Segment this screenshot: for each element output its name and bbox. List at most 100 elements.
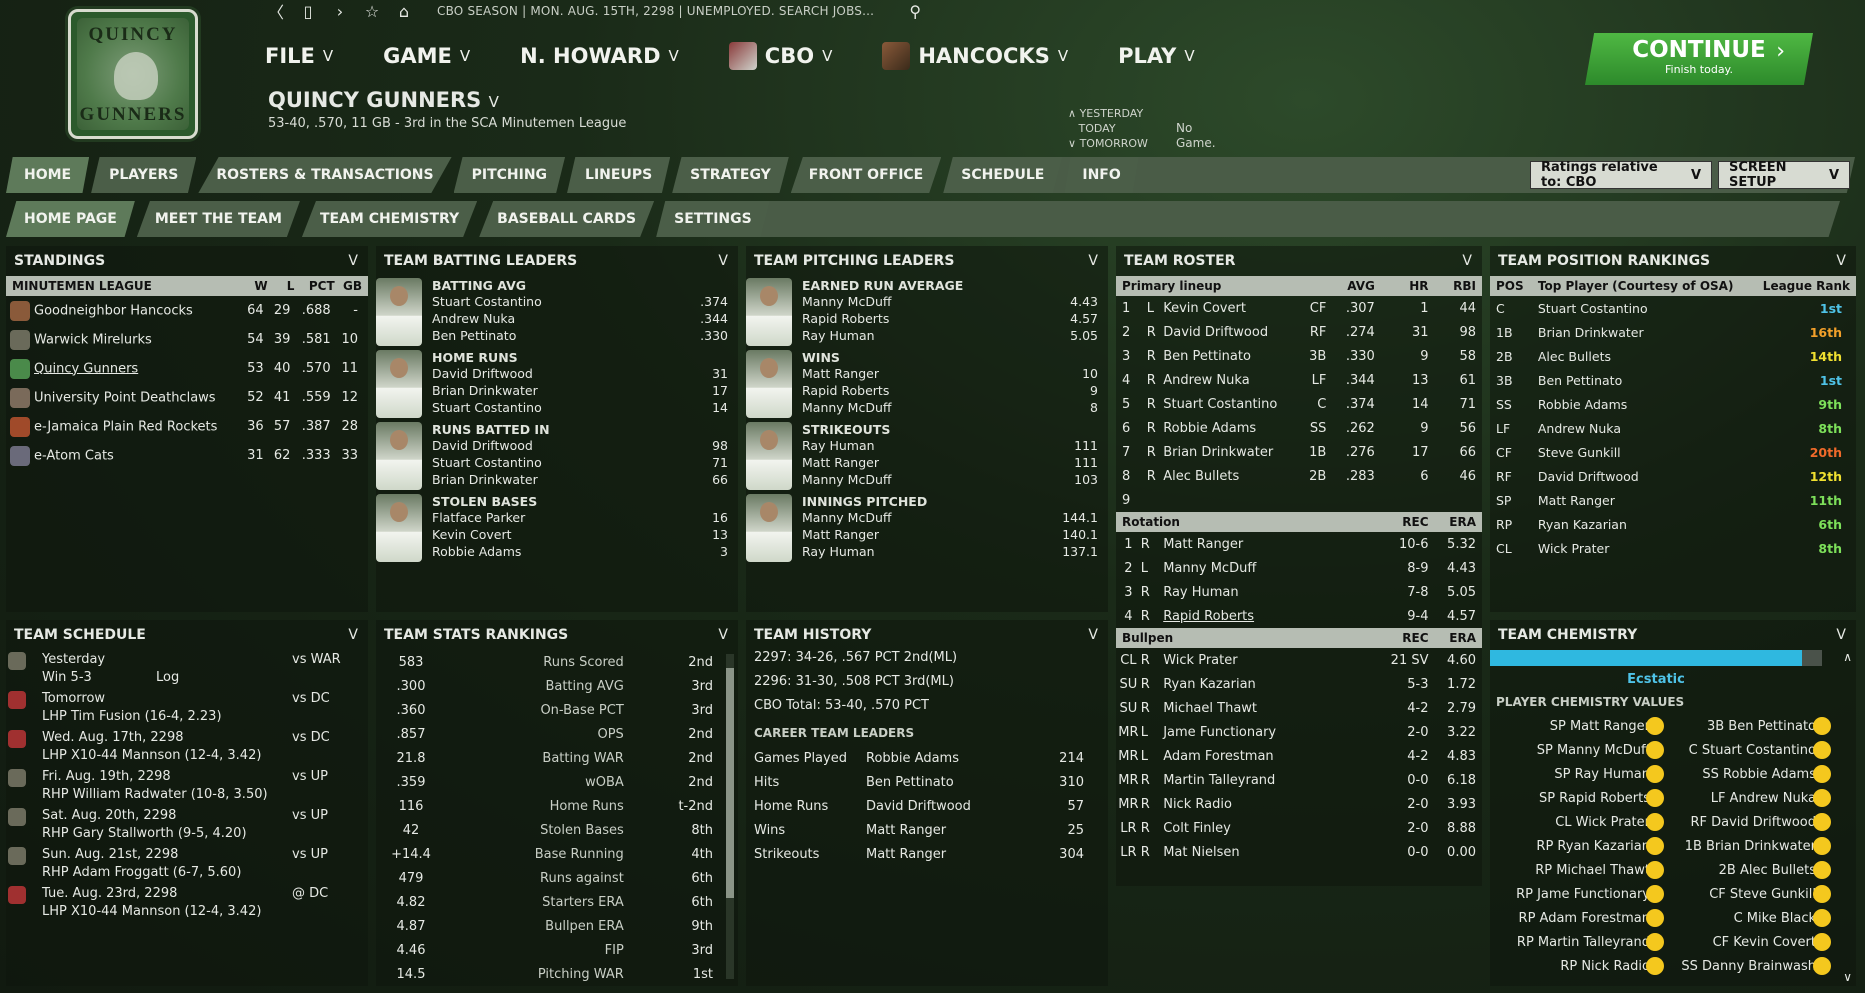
leader-row[interactable]: Brian Drinkwater 66 [432, 472, 738, 487]
leader-player[interactable]: Brian Drinkwater [432, 383, 538, 398]
player-portrait[interactable] [746, 278, 792, 346]
leader-player[interactable]: Ray Human [802, 438, 875, 453]
position-row[interactable]: RF David Driftwood 12th [1490, 464, 1856, 488]
leader-row[interactable]: Matt Ranger 111 [802, 455, 1108, 470]
position-row[interactable]: CL Wick Prater 8th [1490, 536, 1856, 560]
leader-row[interactable]: Rapid Roberts 4.57 [802, 311, 1108, 326]
rotation-cell[interactable]: Ray Human [1159, 580, 1381, 604]
tab-strategy[interactable]: STRATEGY [672, 157, 789, 193]
career-player[interactable]: Matt Ranger [866, 842, 1042, 866]
player-portrait[interactable] [376, 350, 422, 418]
lineup-row[interactable]: 9 [1116, 488, 1482, 512]
bullpen-row[interactable]: MR L Adam Forestman 4-2 4.83 [1116, 744, 1482, 768]
tab-rosters[interactable]: ROSTERS & TRANSACTIONS [198, 157, 452, 193]
tab-front-office[interactable]: FRONT OFFICE [790, 157, 942, 193]
chemistry-player[interactable]: 3B Ben Pettinato [1707, 719, 1816, 734]
stats-scrollbar[interactable] [726, 654, 734, 979]
chemistry-player[interactable]: RP Ryan Kazarian [1536, 839, 1650, 854]
player-portrait[interactable] [376, 422, 422, 490]
menu-play[interactable]: PLAY V [1118, 42, 1195, 70]
standings-team-name[interactable]: e-Jamaica Plain Red Rockets [34, 419, 217, 434]
leader-player[interactable]: Ray Human [802, 544, 875, 559]
chemistry-player[interactable]: RP Jame Functionary [1516, 887, 1650, 902]
rotation-row[interactable]: 3 R Ray Human 7-8 5.05 [1116, 580, 1482, 604]
leader-row[interactable]: Rapid Roberts 9 [802, 383, 1108, 398]
stats-row[interactable]: 14.5 Pitching WAR 1st [376, 962, 721, 986]
schedule-row[interactable]: Sat. Aug. 20th, 2298 vs UP RHP Gary Stallw… [6, 806, 368, 845]
player-portrait[interactable] [746, 350, 792, 418]
leader-player[interactable]: Stuart Costantino [432, 294, 542, 309]
stats-row[interactable]: 479 Runs against 6th [376, 866, 721, 890]
chemistry-scroll-up-icon[interactable]: ∧ [1843, 650, 1852, 664]
leader-player[interactable]: David Driftwood [432, 438, 533, 453]
leader-player[interactable]: Manny McDuff [802, 294, 891, 309]
bullpen-cell[interactable]: Jame Functionary [1159, 720, 1381, 744]
bullpen-row[interactable]: MR L Jame Functionary 2-0 3.22 [1116, 720, 1482, 744]
leader-row[interactable]: Stuart Costantino 14 [432, 400, 738, 415]
tab-pitching[interactable]: PITCHING [453, 157, 566, 193]
career-player[interactable]: Robbie Adams [866, 746, 1042, 770]
leader-player[interactable]: Kevin Covert [432, 527, 512, 542]
career-leader-row[interactable]: Games Played Robbie Adams 214 [754, 746, 1084, 770]
position-player[interactable]: Brian Drinkwater [1532, 320, 1751, 344]
chemistry-player[interactable]: RP Michael Thawt [1535, 863, 1650, 878]
position-row[interactable]: SP Matt Ranger 11th [1490, 488, 1856, 512]
position-row[interactable]: 3B Ben Pettinato 1st [1490, 368, 1856, 392]
career-player[interactable]: Ben Pettinato [866, 770, 1042, 794]
subtab-team-chemistry[interactable]: TEAM CHEMISTRY [301, 201, 478, 237]
chemistry-player[interactable]: 1B Brian Drinkwater [1685, 839, 1816, 854]
chemistry-player[interactable]: C Stuart Costantino [1689, 743, 1816, 758]
leader-row[interactable]: David Driftwood 98 [432, 438, 738, 453]
position-player[interactable]: Steve Gunkill [1532, 440, 1751, 464]
chemistry-player[interactable]: SP Rapid Roberts [1539, 791, 1650, 806]
bullpen-cell[interactable]: Colt Finley [1159, 816, 1381, 840]
chemistry-player[interactable]: SP Matt Ranger [1550, 719, 1650, 734]
day-yesterday[interactable]: ∧ YESTERDAY [1068, 106, 1148, 121]
day-today[interactable]: TODAY [1068, 121, 1148, 136]
standings-team-name[interactable]: University Point Deathclaws [34, 390, 216, 405]
rotation-row[interactable]: 4 R Rapid Roberts 9-4 4.57 [1116, 604, 1482, 628]
lineup-cell[interactable] [1159, 488, 1304, 512]
chemistry-player[interactable]: C Mike Black [1734, 911, 1816, 926]
chemistry-player[interactable]: RF David Driftwood [1690, 815, 1816, 830]
bullpen-row[interactable]: MR R Nick Radio 2-0 3.93 [1116, 792, 1482, 816]
chemistry-player[interactable]: RP Nick Radio [1560, 959, 1650, 974]
chevron-down-icon[interactable]: V [718, 627, 728, 643]
position-row[interactable]: CF Steve Gunkill 20th [1490, 440, 1856, 464]
continue-button[interactable]: CONTINUE Finish today. › [1585, 33, 1813, 85]
bullpen-cell[interactable]: Wick Prater [1159, 648, 1381, 672]
position-player[interactable]: Stuart Costantino [1532, 296, 1751, 320]
leader-player[interactable]: Andrew Nuka [432, 311, 515, 326]
stats-row[interactable]: 4.82 Starters ERA 6th [376, 890, 721, 914]
leader-row[interactable]: Andrew Nuka .344 [432, 311, 738, 326]
ratings-select[interactable]: Ratings relative to: CBO V [1530, 160, 1712, 190]
leader-player[interactable]: Rapid Roberts [802, 311, 889, 326]
schedule-opponent[interactable]: @ DC [292, 886, 328, 901]
rotation-cell[interactable]: Manny McDuff [1159, 556, 1381, 580]
leader-row[interactable]: Flatface Parker 16 [432, 510, 738, 525]
chevron-down-icon[interactable]: V [718, 253, 728, 269]
team-title[interactable]: QUINCY GUNNERS V [268, 88, 499, 112]
bullpen-row[interactable]: CL R Wick Prater 21 SV 4.60 [1116, 648, 1482, 672]
schedule-opponent[interactable]: vs DC [292, 691, 330, 706]
leader-player[interactable]: Matt Ranger [802, 366, 879, 381]
leader-row[interactable]: Robbie Adams 3 [432, 544, 738, 559]
tab-info[interactable]: INFO [1064, 157, 1139, 193]
bullpen-cell[interactable]: Mat Nielsen [1159, 840, 1381, 864]
leader-player[interactable]: Manny McDuff [802, 510, 891, 525]
leader-row[interactable]: Stuart Costantino 71 [432, 455, 738, 470]
lineup-cell[interactable]: Kevin Covert [1159, 296, 1304, 320]
player-portrait[interactable] [376, 494, 422, 562]
standings-row[interactable]: e-Atom Cats 31 62 .333 33 [6, 441, 368, 470]
lineup-cell[interactable]: Brian Drinkwater [1159, 440, 1304, 464]
leader-row[interactable]: Kevin Covert 13 [432, 527, 738, 542]
position-player[interactable]: Wick Prater [1532, 536, 1751, 560]
career-leader-row[interactable]: Wins Matt Ranger 25 [754, 818, 1084, 842]
lineup-row[interactable]: 4 R Andrew Nuka LF .344 13 61 [1116, 368, 1482, 392]
lineup-row[interactable]: 3 R Ben Pettinato 3B .330 9 58 [1116, 344, 1482, 368]
chemistry-player[interactable]: SP Ray Human [1554, 767, 1650, 782]
position-player[interactable]: Ryan Kazarian [1532, 512, 1751, 536]
stats-row[interactable]: .360 On-Base PCT 3rd [376, 698, 721, 722]
lineup-cell[interactable]: Andrew Nuka [1159, 368, 1304, 392]
chevron-down-icon[interactable]: V [1836, 253, 1846, 269]
